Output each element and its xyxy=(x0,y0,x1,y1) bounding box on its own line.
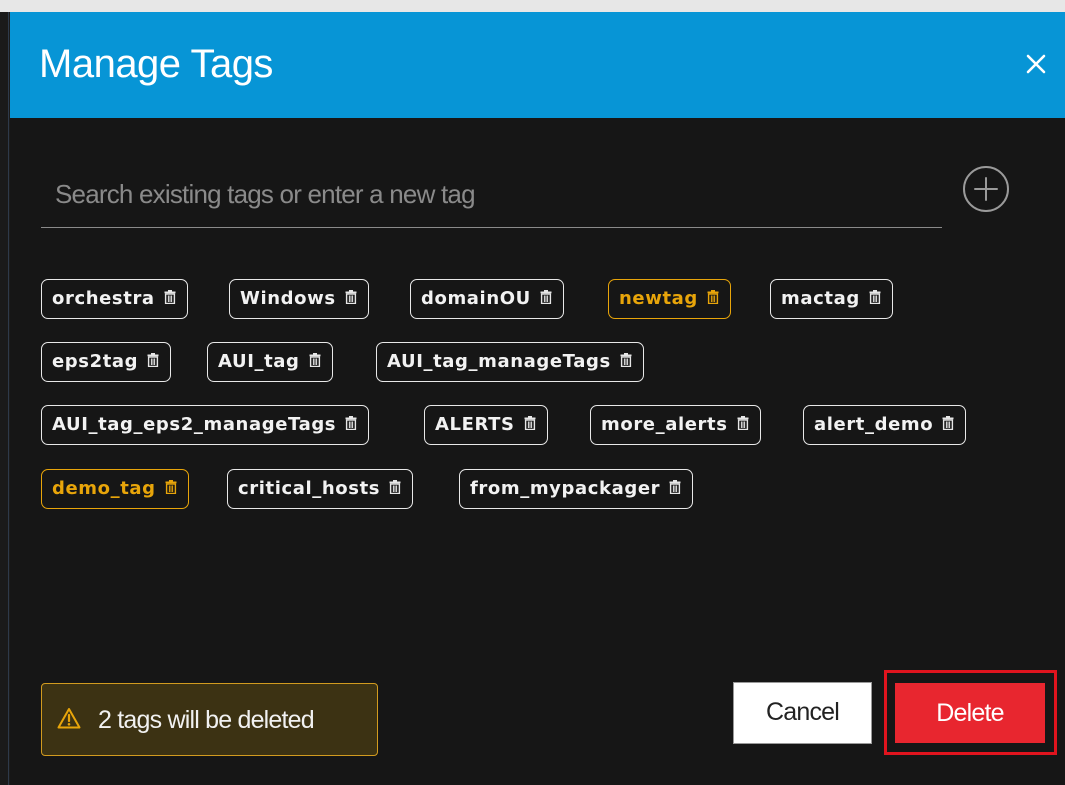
trash-icon[interactable] xyxy=(389,480,401,494)
tag-label: AUI_tag_manageTags xyxy=(387,351,611,372)
trash-icon[interactable] xyxy=(669,480,681,494)
plus-circle-icon[interactable] xyxy=(960,163,1012,215)
tag-alert-demo[interactable]: alert_demo xyxy=(803,405,967,445)
background-app-edge xyxy=(0,12,9,785)
dialog-header: Manage Tags xyxy=(10,12,1065,118)
tag-label: AUI_tag_eps2_manageTags xyxy=(52,414,337,435)
tag-label: more_alerts xyxy=(601,414,728,435)
tag-orchestra[interactable]: orchestra xyxy=(41,279,188,319)
manage-tags-dialog: Manage Tags orchestra Windows domainOU n… xyxy=(10,12,1065,785)
trash-icon[interactable] xyxy=(165,480,177,494)
trash-icon[interactable] xyxy=(164,290,176,304)
tag-mactag[interactable]: mactag xyxy=(770,279,893,319)
tag-alerts[interactable]: ALERTS xyxy=(424,405,548,445)
cancel-button[interactable]: Cancel xyxy=(733,682,872,744)
tag-label: ALERTS xyxy=(435,414,515,435)
trash-icon[interactable] xyxy=(540,290,552,304)
trash-icon[interactable] xyxy=(524,416,536,430)
trash-icon[interactable] xyxy=(309,353,321,367)
tag-label: alert_demo xyxy=(814,414,934,435)
tag-domainou[interactable]: domainOU xyxy=(410,279,564,319)
background-app-strip xyxy=(0,0,1065,12)
tag-label: newtag xyxy=(619,288,698,309)
tag-label: mactag xyxy=(781,288,860,309)
tag-aui-tag-managetags[interactable]: AUI_tag_manageTags xyxy=(376,342,644,382)
tag-label: critical_hosts xyxy=(238,478,381,499)
tag-more-alerts[interactable]: more_alerts xyxy=(590,405,761,445)
tag-label: Windows xyxy=(240,288,336,309)
trash-icon[interactable] xyxy=(942,416,954,430)
tag-eps2tag[interactable]: eps2tag xyxy=(41,342,172,382)
tag-label: eps2tag xyxy=(52,351,139,372)
search-field xyxy=(41,165,942,228)
dialog-title: Manage Tags xyxy=(39,42,273,86)
trash-icon[interactable] xyxy=(345,416,357,430)
trash-icon[interactable] xyxy=(147,353,159,367)
tag-label: orchestra xyxy=(52,288,155,309)
tag-from-mypackager[interactable]: from_mypackager xyxy=(459,469,694,509)
tag-aui-tag-eps2-managetags[interactable]: AUI_tag_eps2_manageTags xyxy=(41,405,370,445)
tag-label: domainOU xyxy=(421,288,531,309)
close-icon[interactable] xyxy=(1021,49,1051,79)
delete-warning: 2 tags will be deleted xyxy=(41,683,378,756)
tag-windows[interactable]: Windows xyxy=(229,279,369,319)
warning-text: 2 tags will be deleted xyxy=(98,706,315,734)
trash-icon[interactable] xyxy=(707,290,719,304)
tag-label: demo_tag xyxy=(52,478,156,499)
tag-critical-hosts[interactable]: critical_hosts xyxy=(227,469,414,509)
trash-icon[interactable] xyxy=(869,290,881,304)
trash-icon[interactable] xyxy=(345,290,357,304)
tag-label: AUI_tag xyxy=(218,351,300,372)
delete-button[interactable]: Delete xyxy=(895,683,1045,743)
tag-label: from_mypackager xyxy=(470,478,661,499)
tag-aui-tag[interactable]: AUI_tag xyxy=(207,342,333,382)
trash-icon[interactable] xyxy=(737,416,749,430)
trash-icon[interactable] xyxy=(620,353,632,367)
tag-demo-tag[interactable]: demo_tag xyxy=(41,469,189,509)
warning-icon xyxy=(57,707,81,733)
search-input[interactable] xyxy=(41,165,942,223)
tag-newtag[interactable]: newtag xyxy=(608,279,731,319)
